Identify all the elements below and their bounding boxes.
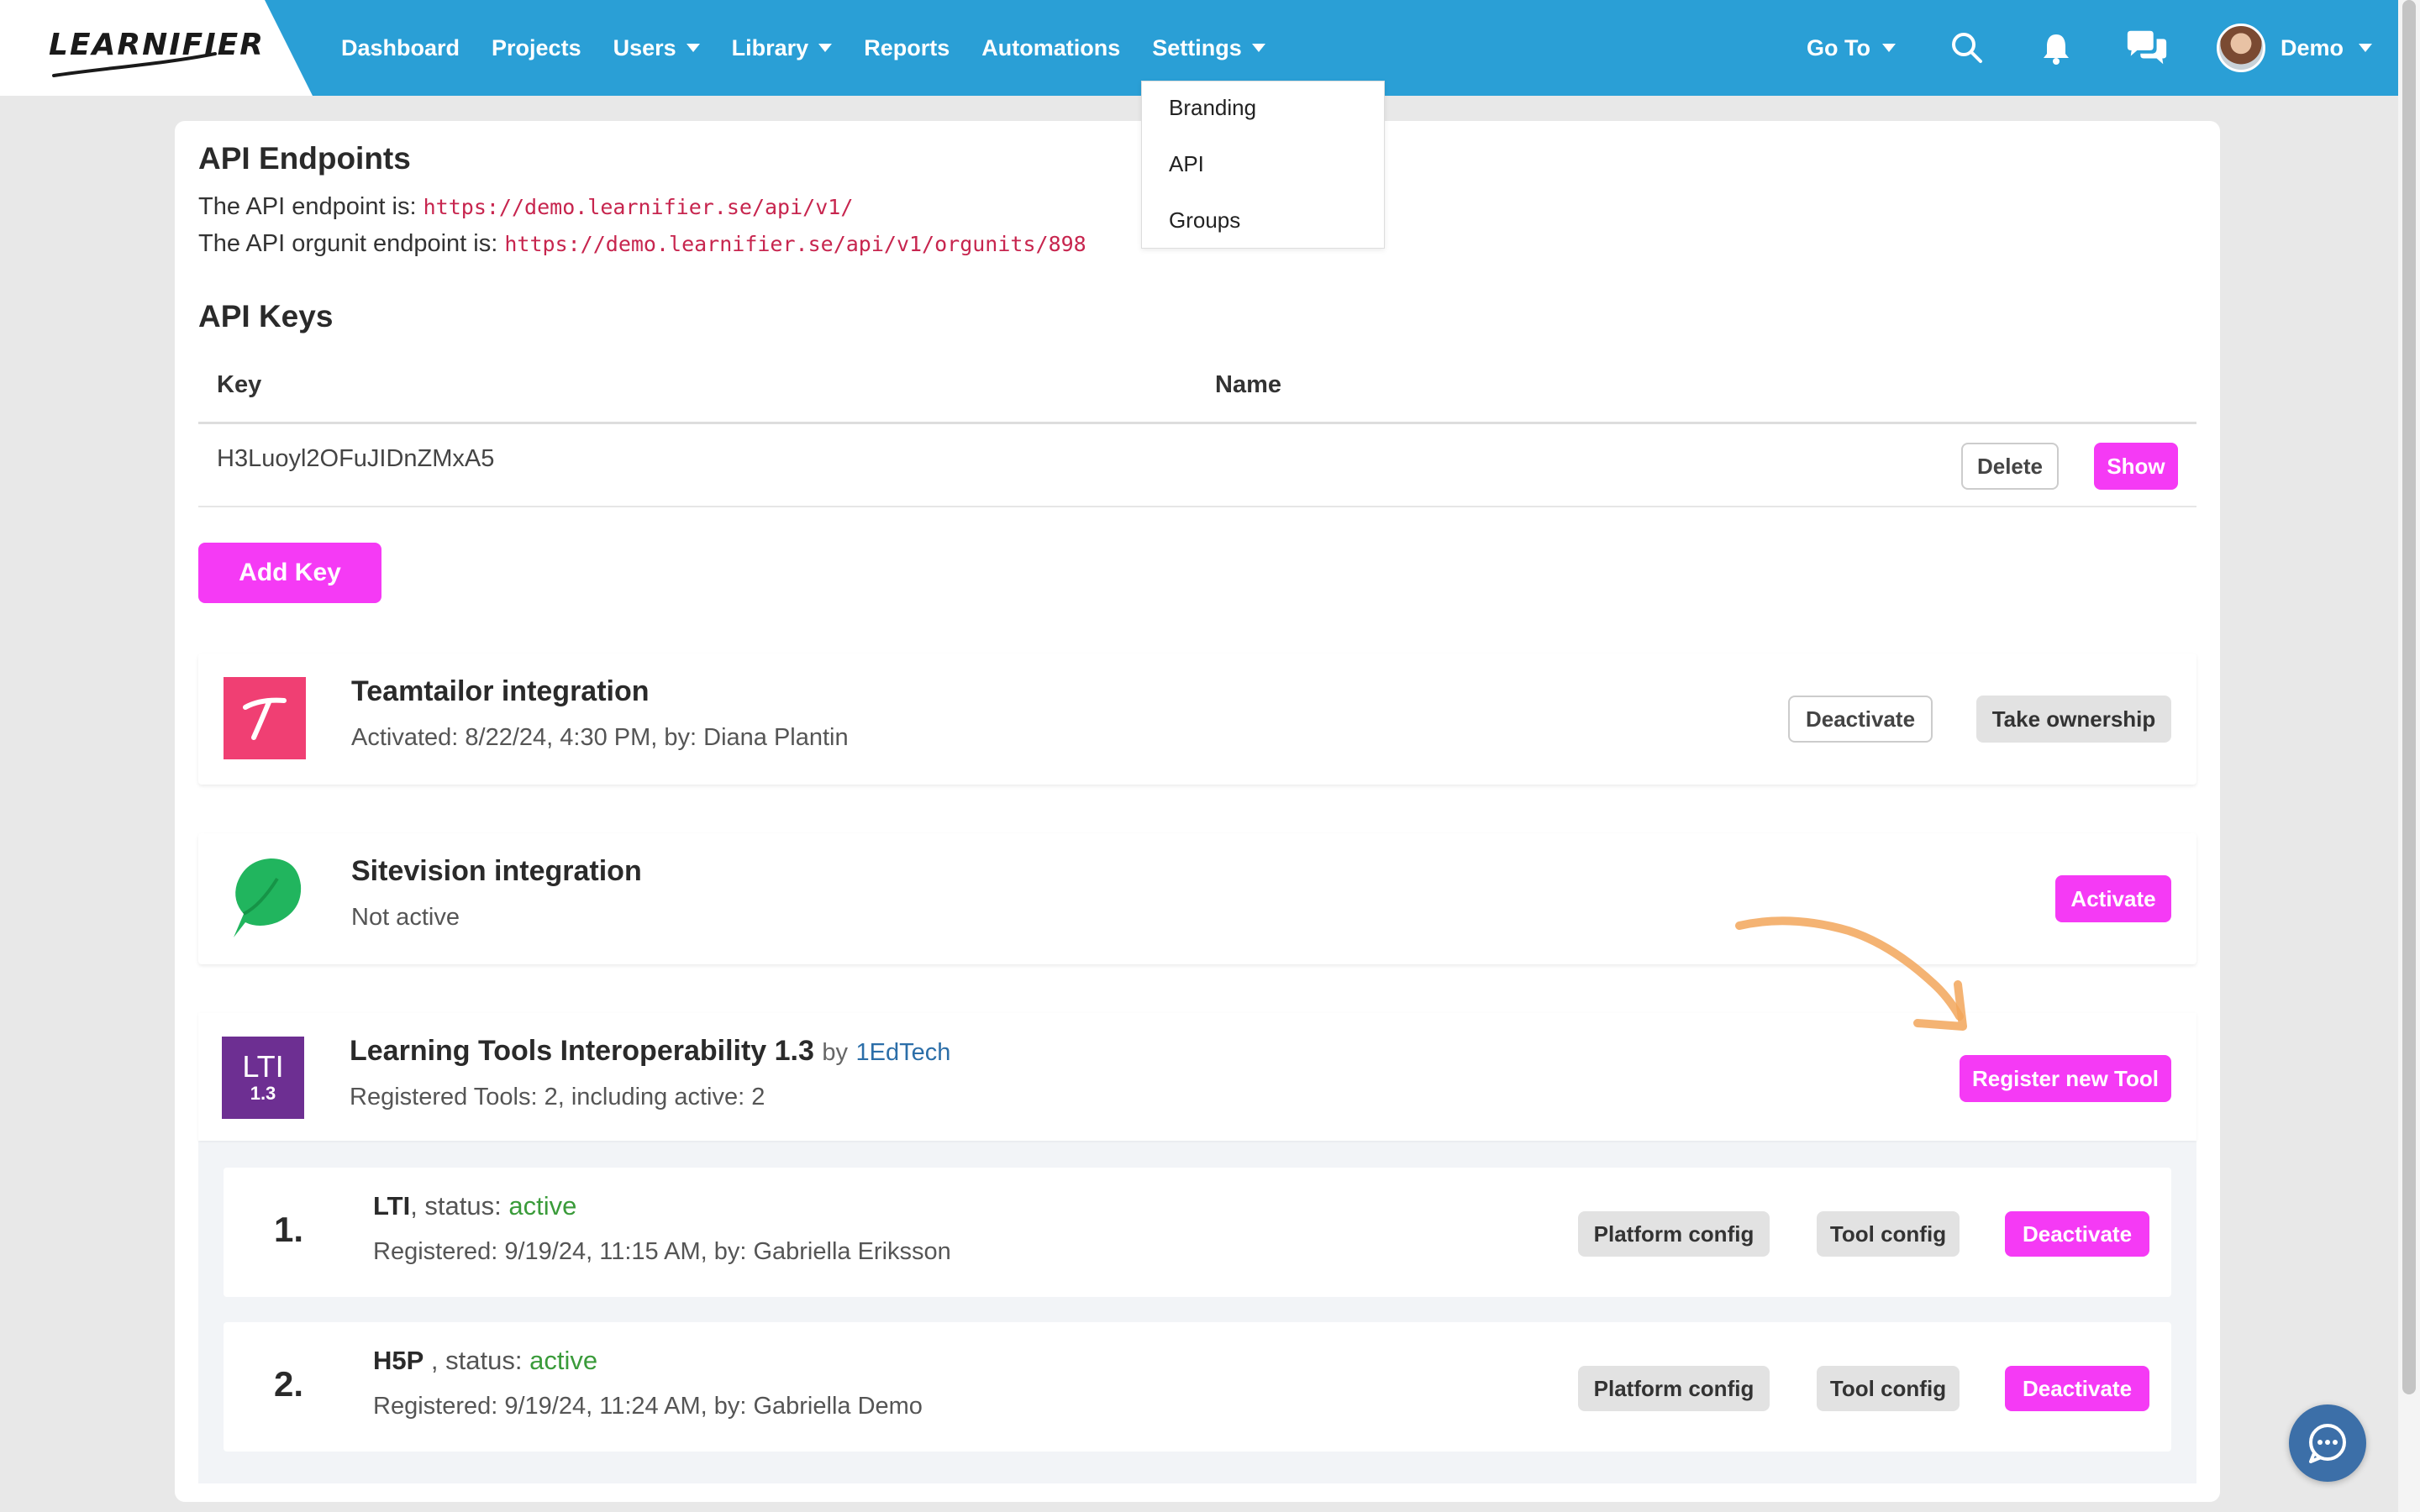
lti-vendor-link[interactable]: 1EdTech: [855, 1039, 950, 1066]
nav-label: Users: [613, 34, 676, 60]
nav-label: Projects: [492, 34, 581, 60]
endpoint-label: The API endpoint is:: [198, 193, 417, 220]
nav-label: Settings: [1152, 34, 1242, 60]
endpoint-line: The API endpoint is: https://demo.learni…: [198, 193, 853, 221]
column-header-key: Key: [217, 371, 262, 398]
tool-registered: Registered: 9/19/24, 11:24 AM, by: Gabri…: [373, 1393, 923, 1420]
sitevision-activate-button[interactable]: Activate: [2055, 875, 2171, 922]
lti-tool-card: 1. LTI, status: active Registered: 9/19/…: [224, 1168, 2171, 1297]
caret-down-icon: [686, 44, 700, 52]
lti-summary: Registered Tools: 2, including active: 2: [350, 1084, 765, 1110]
tool-deactivate-button[interactable]: Deactivate: [2005, 1366, 2149, 1411]
show-key-button[interactable]: Show: [2094, 443, 2178, 490]
chat-icon[interactable]: [2124, 25, 2170, 71]
caret-down-icon: [818, 44, 833, 52]
orgunit-url: https://demo.learnifier.se/api/v1/orguni…: [504, 232, 1086, 256]
user-name: Demo: [2281, 34, 2344, 60]
logo-area: LEARNIFIER: [0, 0, 313, 96]
lti-title: Learning Tools Interoperability 1.3: [350, 1035, 814, 1067]
api-keys-heading: API Keys: [198, 299, 334, 333]
nav-label: Reports: [864, 34, 950, 60]
table-header-divider: [198, 422, 2196, 424]
learnifier-logo[interactable]: LEARNIFIER: [47, 20, 263, 77]
table-row-divider: [198, 506, 2196, 507]
settings-dropdown: Branding API Groups: [1141, 81, 1385, 249]
nav-projects[interactable]: Projects: [476, 0, 597, 96]
teamtailor-deactivate-button[interactable]: Deactivate: [1788, 696, 1933, 743]
delete-key-button[interactable]: Delete: [1961, 443, 2059, 490]
sitevision-status: Not active: [351, 904, 460, 931]
nav-label: Dashboard: [341, 34, 460, 60]
search-icon[interactable]: [1944, 25, 1990, 71]
register-new-tool-button[interactable]: Register new Tool: [1960, 1055, 2171, 1102]
lti-by: by: [822, 1039, 849, 1066]
tool-config-button[interactable]: Tool config: [1817, 1211, 1960, 1257]
nav-dashboard[interactable]: Dashboard: [341, 0, 476, 96]
api-key-value: H3Luoyl2OFuJIDnZMxA5: [217, 445, 495, 472]
tool-name: LTI: [373, 1191, 411, 1221]
avatar: [2217, 24, 2265, 72]
main-nav: Dashboard Projects Users Library Reports…: [341, 0, 1281, 96]
orgunit-line: The API orgunit endpoint is: https://dem…: [198, 230, 1086, 258]
nav-automations[interactable]: Automations: [965, 0, 1136, 96]
tool-number: 2.: [274, 1364, 304, 1404]
teamtailor-status: Activated: 8/22/24, 4:30 PM, by: Diana P…: [351, 724, 849, 751]
teamtailor-logo-icon: [224, 677, 306, 759]
nav-label: Automations: [981, 34, 1121, 60]
bell-icon[interactable]: [2033, 25, 2079, 71]
menu-item-groups[interactable]: Groups: [1169, 207, 1240, 234]
teamtailor-title: Teamtailor integration: [351, 675, 650, 707]
caret-down-icon: [1881, 44, 1896, 52]
lti-logo-bottom: 1.3: [250, 1083, 276, 1104]
nav-reports[interactable]: Reports: [848, 0, 965, 96]
scrollbar-thumb[interactable]: [2402, 0, 2416, 1394]
caret-down-icon: [1251, 44, 1265, 52]
nav-library[interactable]: Library: [716, 0, 849, 96]
endpoint-url: https://demo.learnifier.se/api/v1/: [423, 195, 854, 219]
annotation-arrow-icon: [1735, 916, 1967, 1031]
tool-deactivate-button[interactable]: Deactivate: [2005, 1211, 2149, 1257]
take-ownership-button[interactable]: Take ownership: [1976, 696, 2171, 743]
column-header-name: Name: [1215, 371, 1281, 398]
tool-status-prefix: , status:: [424, 1346, 523, 1375]
sitevision-title: Sitevision integration: [351, 855, 642, 887]
nav-users[interactable]: Users: [597, 0, 716, 96]
logo-text: LEARNIFIER: [49, 28, 265, 62]
sitevision-logo-icon: [227, 855, 304, 939]
menu-item-branding[interactable]: Branding: [1169, 95, 1256, 121]
add-key-button[interactable]: Add Key: [198, 543, 381, 603]
user-menu[interactable]: Demo: [2217, 18, 2373, 77]
tool-status: active: [508, 1191, 577, 1221]
tool-status: active: [529, 1346, 598, 1375]
lti-logo-icon: LTI 1.3: [222, 1037, 304, 1119]
chat-bubble-icon[interactable]: [2289, 1404, 2366, 1482]
lti-tool-card: 2. H5P , status: active Registered: 9/19…: [224, 1322, 2171, 1452]
orgunit-label: The API orgunit endpoint is:: [198, 230, 498, 257]
menu-item-api[interactable]: API: [1169, 151, 1204, 177]
goto-menu[interactable]: Go To: [1807, 0, 1896, 96]
tool-number: 1.: [274, 1210, 304, 1249]
tool-registered: Registered: 9/19/24, 11:15 AM, by: Gabri…: [373, 1238, 951, 1265]
tool-config-button[interactable]: Tool config: [1817, 1366, 1960, 1411]
scrollbar-track[interactable]: [2398, 0, 2420, 1512]
platform-config-button[interactable]: Platform config: [1578, 1211, 1770, 1257]
tool-name: H5P: [373, 1346, 424, 1375]
goto-label: Go To: [1807, 34, 1870, 60]
lti-logo-top: LTI: [242, 1049, 284, 1084]
tool-status-prefix: , status:: [410, 1191, 502, 1221]
platform-config-button[interactable]: Platform config: [1578, 1366, 1770, 1411]
caret-down-icon: [2359, 44, 2373, 52]
lti-title-line: Learning Tools Interoperability 1.3 by 1…: [350, 1035, 950, 1068]
tool-name-line: H5P , status: active: [373, 1346, 597, 1376]
nav-label: Library: [731, 34, 809, 60]
api-endpoints-heading: API Endpoints: [198, 141, 411, 176]
tool-name-line: LTI, status: active: [373, 1191, 576, 1221]
